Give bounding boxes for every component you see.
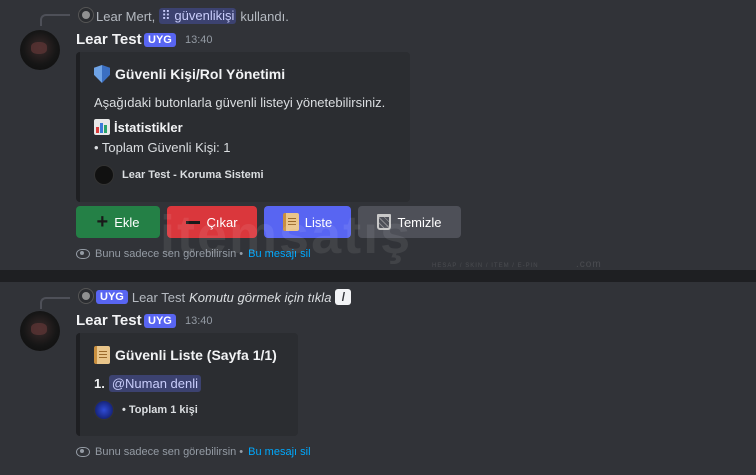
embed-footer: • Toplam 1 kişi bbox=[94, 400, 198, 420]
timestamp[interactable]: 13:40 bbox=[185, 315, 213, 327]
dismiss-link[interactable]: Bu mesajı sil bbox=[248, 446, 310, 458]
avatar[interactable] bbox=[20, 30, 60, 70]
reply-avatar bbox=[78, 288, 94, 304]
username[interactable]: Lear Test bbox=[76, 31, 142, 48]
username[interactable]: Lear Test bbox=[76, 312, 142, 329]
watermark: itemsatış bbox=[160, 204, 412, 266]
reply-app-tag: UYG bbox=[96, 290, 128, 304]
eye-icon bbox=[76, 447, 90, 457]
shield-icon bbox=[94, 65, 110, 83]
add-button[interactable]: + Ekle bbox=[76, 206, 160, 238]
footer-avatar bbox=[94, 400, 114, 420]
field-name-text: İstatistikler bbox=[114, 119, 183, 135]
reply-connector bbox=[40, 297, 70, 309]
add-button-label: Ekle bbox=[114, 214, 140, 230]
list-item: 1. @Numan denli bbox=[94, 375, 202, 392]
field-name: İstatistikler bbox=[94, 119, 183, 135]
footer-text: Lear Test - Koruma Sistemi bbox=[122, 169, 264, 181]
reply-avatar bbox=[78, 7, 94, 23]
embed-footer: Lear Test - Koruma Sistemi bbox=[94, 165, 264, 185]
hash-icon: ⠿ bbox=[161, 8, 171, 23]
embed-description: Aşağıdaki butonlarla güvenli listeyi yön… bbox=[94, 95, 386, 110]
watermark-tagline: HESAP / SKIN / ITEM / E-PIN bbox=[432, 263, 539, 269]
watermark-brand: itemsatış bbox=[160, 205, 413, 265]
embed-card: Güvenli Liste (Sayfa 1/1) 1. @Numan denl… bbox=[76, 333, 298, 436]
embed-title-text: Güvenli Liste (Sayfa 1/1) bbox=[115, 347, 277, 363]
embed-card: Güvenli Kişi/Rol Yönetimi Aşağıdaki buto… bbox=[76, 52, 410, 202]
footer-avatar bbox=[94, 165, 114, 185]
field-value: • Toplam Güvenli Kişi: 1 bbox=[94, 140, 231, 155]
reply-command-text[interactable]: Komutu görmek için tıkla bbox=[189, 290, 331, 305]
reply-suffix: kullandı. bbox=[240, 8, 289, 24]
scroll-icon bbox=[94, 346, 110, 364]
command-name: güvenlikişi bbox=[174, 8, 235, 23]
app-tag: UYG bbox=[144, 314, 176, 328]
eye-icon bbox=[76, 249, 90, 259]
list-item-number: 1. bbox=[94, 376, 105, 391]
message-divider bbox=[0, 270, 756, 282]
plus-icon: + bbox=[96, 211, 109, 233]
bar-chart-icon bbox=[94, 119, 110, 135]
app-tag: UYG bbox=[144, 33, 176, 47]
ephemeral-text: Bunu sadece sen görebilirsin • bbox=[95, 446, 244, 458]
embed-title: Güvenli Kişi/Rol Yönetimi bbox=[94, 65, 285, 83]
reply-bar[interactable]: Lear Mert, ⠿ güvenlikişi kullandı. bbox=[96, 8, 289, 24]
user-mention[interactable]: @Numan denli bbox=[108, 375, 202, 392]
reply-connector bbox=[40, 14, 70, 26]
embed-title-text: Güvenli Kişi/Rol Yönetimi bbox=[115, 66, 286, 82]
slash-command-icon: / bbox=[335, 289, 352, 305]
reply-bar[interactable]: UYG Lear Test Komutu görmek için tıkla / bbox=[96, 289, 352, 305]
embed-title: Güvenli Liste (Sayfa 1/1) bbox=[94, 346, 277, 364]
footer-text: • Toplam 1 kişi bbox=[122, 404, 198, 416]
timestamp[interactable]: 13:40 bbox=[185, 34, 213, 46]
reply-username[interactable]: Lear Mert, bbox=[96, 9, 155, 24]
reply-username[interactable]: Lear Test bbox=[132, 290, 185, 305]
command-mention[interactable]: ⠿ güvenlikişi bbox=[159, 8, 237, 24]
ephemeral-notice: Bunu sadece sen görebilirsin • Bu mesajı… bbox=[76, 446, 311, 458]
watermark-domain: .com bbox=[576, 259, 602, 270]
avatar[interactable] bbox=[20, 311, 60, 351]
